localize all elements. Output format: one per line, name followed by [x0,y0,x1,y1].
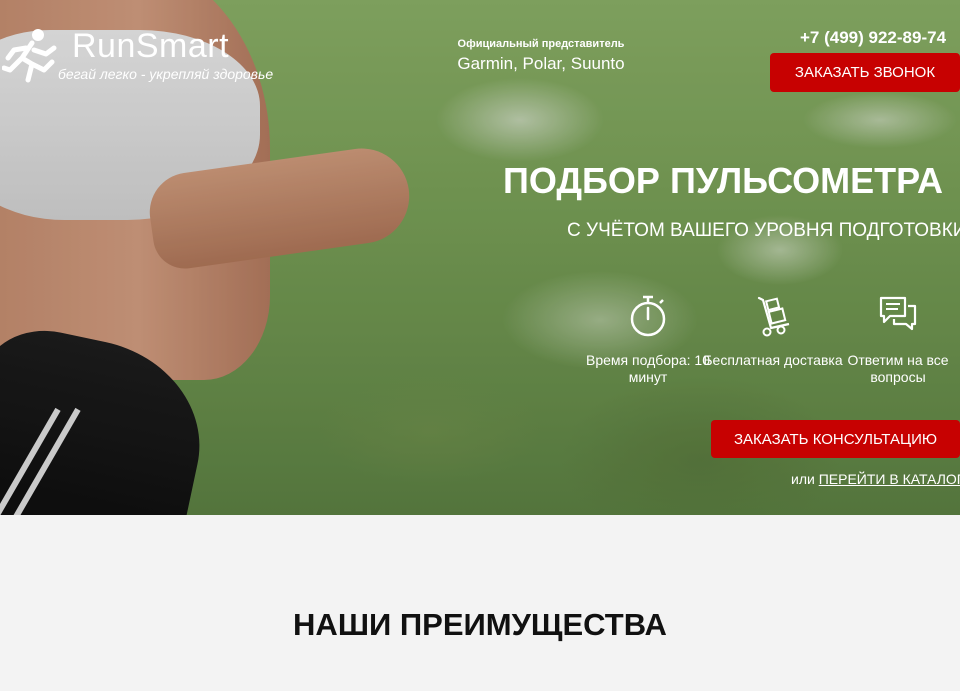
chat-bubbles-icon [879,296,917,331]
logo[interactable]: RunSmart бегай легко - укрепляй здоровье [2,28,273,88]
feature-label: Время подбора: 10 минут [586,352,710,385]
hero-subtitle: С УЧЁТОМ ВАШЕГО УРОВНЯ ПОДГОТОВКИ [567,220,960,241]
catalog-line: или ПЕРЕЙТИ В КАТАЛОГ [791,471,960,487]
feature-label: Ответим на все вопросы [847,352,949,385]
feature-free-delivery: Бесплатная доставка [703,294,843,369]
consultation-button[interactable]: ЗАКАЗАТЬ КОНСУЛЬТАЦИЮ [711,420,960,458]
catalog-link[interactable]: ПЕРЕЙТИ В КАТАЛОГ [819,471,960,487]
advantages-title: НАШИ ПРЕИМУЩЕСТВА [293,607,667,642]
dealer-label: Официальный представитель [457,38,625,50]
delivery-cart-icon [757,296,790,337]
call-request-button[interactable]: ЗАКАЗАТЬ ЗВОНОК [770,53,960,92]
logo-name: RunSmart [72,27,230,65]
stopwatch-icon [630,295,666,337]
logo-slogan: бегай легко - укрепляй здоровье [58,66,274,82]
feature-label: Бесплатная доставка [703,352,843,368]
official-dealer: Официальный представитель Garmin, Polar,… [441,38,641,74]
dealer-brands: Garmin, Polar, Suunto [457,54,625,73]
catalog-prefix: или [791,471,815,487]
runner-logo-icon [2,29,57,83]
feature-selection-time: Время подбора: 10 минут [578,294,718,386]
hero-section: RunSmart бегай легко - укрепляй здоровье… [0,0,960,515]
feature-answers: Ответим на все вопросы [828,294,960,386]
hero-title: ПОДБОР ПУЛЬСОМЕТРА [503,160,944,201]
phone-number[interactable]: +7 (499) 922-89-74 [800,28,946,48]
